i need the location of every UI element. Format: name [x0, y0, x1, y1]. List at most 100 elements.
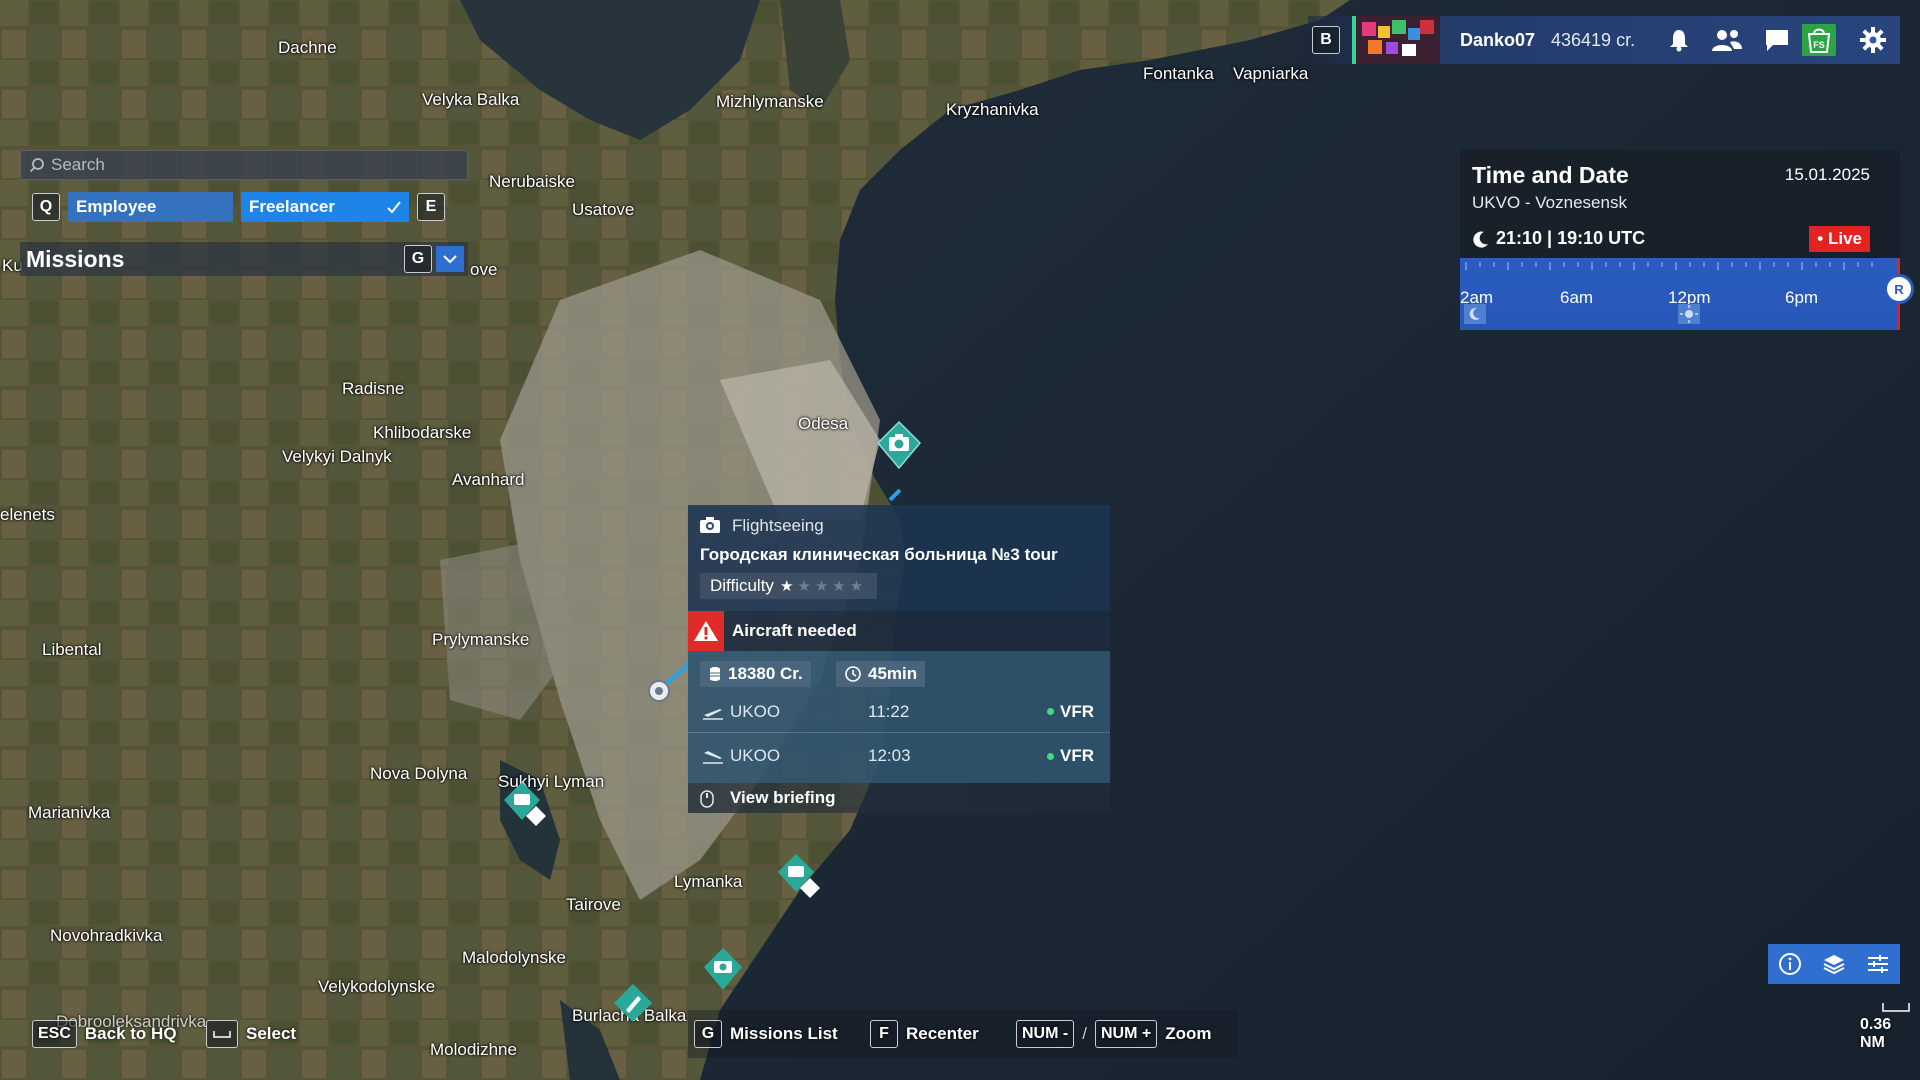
- missions-list-label: Missions List: [730, 1024, 838, 1043]
- place-label: Vapniarka: [1233, 64, 1309, 83]
- map-tools: [1768, 944, 1900, 984]
- gear-icon[interactable]: [1856, 24, 1890, 56]
- place-label: Nova Dolyna: [370, 764, 468, 783]
- mission-type: Flightseeing: [732, 516, 824, 535]
- filter-label: Employee: [76, 197, 157, 216]
- bell-icon[interactable]: [1662, 24, 1696, 56]
- place-label: Velykyi Dalnyk: [282, 447, 392, 466]
- marketplace-icon[interactable]: FS: [1802, 24, 1836, 56]
- mission-details: 18380 Cr. 45min UKOO 11:22 VFR UKOO 12:0…: [688, 651, 1110, 783]
- arrival-icon: [703, 751, 723, 764]
- view-briefing-label: View briefing: [730, 788, 836, 807]
- star-icon: ★: [814, 578, 829, 595]
- mission-marker[interactable]: [702, 946, 744, 997]
- mission-card-header: Flightseeing Городская клиническая больн…: [688, 505, 1110, 611]
- select-label: Select: [246, 1024, 297, 1043]
- back-to-hq-hint[interactable]: ESC Back to HQ: [32, 1020, 177, 1048]
- mission-marker[interactable]: [612, 982, 654, 1029]
- timeline-label: 6am: [1560, 288, 1594, 307]
- timeline-ticks: [1465, 262, 1873, 270]
- place-label: Radisne: [342, 379, 405, 398]
- mission-card[interactable]: Flightseeing Городская клиническая больн…: [688, 505, 1110, 813]
- place-label: Kryzhanivka: [946, 100, 1039, 119]
- scale-label: 0.36 NM: [1860, 1016, 1892, 1051]
- place-label: Novohradkivka: [50, 926, 163, 945]
- missions-header[interactable]: Missions G: [20, 242, 468, 276]
- warning-icon: [688, 611, 724, 651]
- info-icon[interactable]: [1778, 952, 1802, 976]
- next-filter-key[interactable]: E: [417, 193, 445, 221]
- chevron-down-icon: [443, 255, 457, 264]
- mission-marker[interactable]: [500, 780, 550, 835]
- place-label: Nerubaiske: [489, 172, 575, 191]
- checkmark-icon: [387, 201, 401, 214]
- mission-marker[interactable]: [774, 852, 824, 907]
- missions-dropdown-button[interactable]: [436, 246, 464, 272]
- chat-icon[interactable]: [1760, 24, 1794, 56]
- difficulty-rating: Difficulty ★ ★ ★ ★ ★: [700, 573, 878, 599]
- mission-name: Городская клиническая больница №3 tour: [700, 545, 1058, 564]
- duration-value: 45min: [868, 664, 918, 683]
- waypoint-marker[interactable]: [646, 678, 672, 709]
- prev-filter-key[interactable]: Q: [32, 193, 60, 221]
- g-key: G: [694, 1020, 722, 1048]
- place-label: Velyka Balka: [422, 90, 520, 109]
- zoom-hint[interactable]: NUM - / NUM + Zoom: [1016, 1020, 1211, 1048]
- clock-icon: [845, 666, 861, 682]
- legend-icon[interactable]: [1866, 952, 1890, 976]
- missions-key[interactable]: G: [404, 245, 432, 273]
- place-label: Prylymanske: [432, 630, 530, 649]
- arrival-time: 12:03: [868, 746, 911, 765]
- place-label: Usatove: [572, 200, 635, 219]
- f-key: F: [870, 1020, 898, 1048]
- filter-employee[interactable]: Employee: [68, 192, 233, 222]
- avatar[interactable]: [1352, 16, 1440, 64]
- time-text: 21:10 | 19:10 UTC: [1496, 228, 1646, 248]
- place-label: Fontanka: [1143, 64, 1214, 83]
- filter-freelancer[interactable]: Freelancer: [241, 192, 409, 222]
- place-label: Mizhlymanske: [716, 92, 824, 111]
- view-briefing-button[interactable]: View briefing: [688, 783, 1110, 813]
- departure-time: 11:22: [868, 701, 910, 721]
- num-minus-key: NUM -: [1016, 1020, 1075, 1048]
- reset-time-button[interactable]: R: [1884, 274, 1914, 304]
- airport-label: UKVO - Voznesensk: [1472, 193, 1627, 212]
- reward-pill: 18380 Cr.: [700, 661, 811, 687]
- profile-key[interactable]: B: [1312, 26, 1340, 54]
- reset-label: R: [1894, 281, 1904, 297]
- departure-airport: UKOO: [730, 701, 781, 721]
- recenter-hint[interactable]: F Recenter: [870, 1020, 979, 1048]
- live-button[interactable]: • Live: [1809, 226, 1870, 252]
- sun-icon: [1678, 304, 1700, 324]
- live-label: Live: [1827, 229, 1862, 248]
- friends-icon[interactable]: [1710, 24, 1744, 56]
- zoom-separator: /: [1082, 1024, 1087, 1043]
- difficulty-label: Difficulty: [710, 576, 774, 595]
- profile-top-bar: B Danko07 436419 cr. FS: [1308, 16, 1900, 64]
- star-icon: ★: [832, 578, 846, 595]
- place-label: Libental: [42, 640, 102, 659]
- map-scale: 0.36 NM: [1860, 1003, 1920, 1052]
- place-label: Avanhard: [452, 470, 525, 489]
- place-label: Marianivka: [28, 803, 111, 822]
- moon-icon: [1473, 231, 1488, 248]
- filter-label: Freelancer: [249, 197, 335, 216]
- mouse-icon: [700, 790, 714, 808]
- mission-filter-bar: Q Employee Freelancer E: [32, 192, 445, 222]
- select-hint[interactable]: Select: [206, 1020, 296, 1048]
- place-label: Velykodolynske: [318, 977, 436, 996]
- layers-icon[interactable]: [1822, 952, 1846, 976]
- time-slider[interactable]: 2am 6am 12pm 6pm R: [1460, 258, 1914, 330]
- search-input[interactable]: Search: [20, 150, 468, 180]
- recenter-label: Recenter: [906, 1024, 979, 1043]
- zoom-label: Zoom: [1165, 1024, 1212, 1043]
- scale-bar: [1882, 1003, 1910, 1012]
- place-label: Odesa: [798, 414, 849, 433]
- arrival-leg: UKOO 12:03 VFR: [688, 735, 1110, 777]
- time-date-panel: Time and Date 15.01.2025 UKVO - Voznesen…: [1460, 150, 1914, 330]
- missions-list-hint[interactable]: G Missions List: [694, 1020, 838, 1048]
- mission-marker-selected[interactable]: [876, 420, 922, 475]
- aircraft-warning: Aircraft needed: [688, 611, 1110, 651]
- back-to-hq-label: Back to HQ: [84, 1024, 177, 1043]
- missions-title: Missions: [26, 245, 125, 272]
